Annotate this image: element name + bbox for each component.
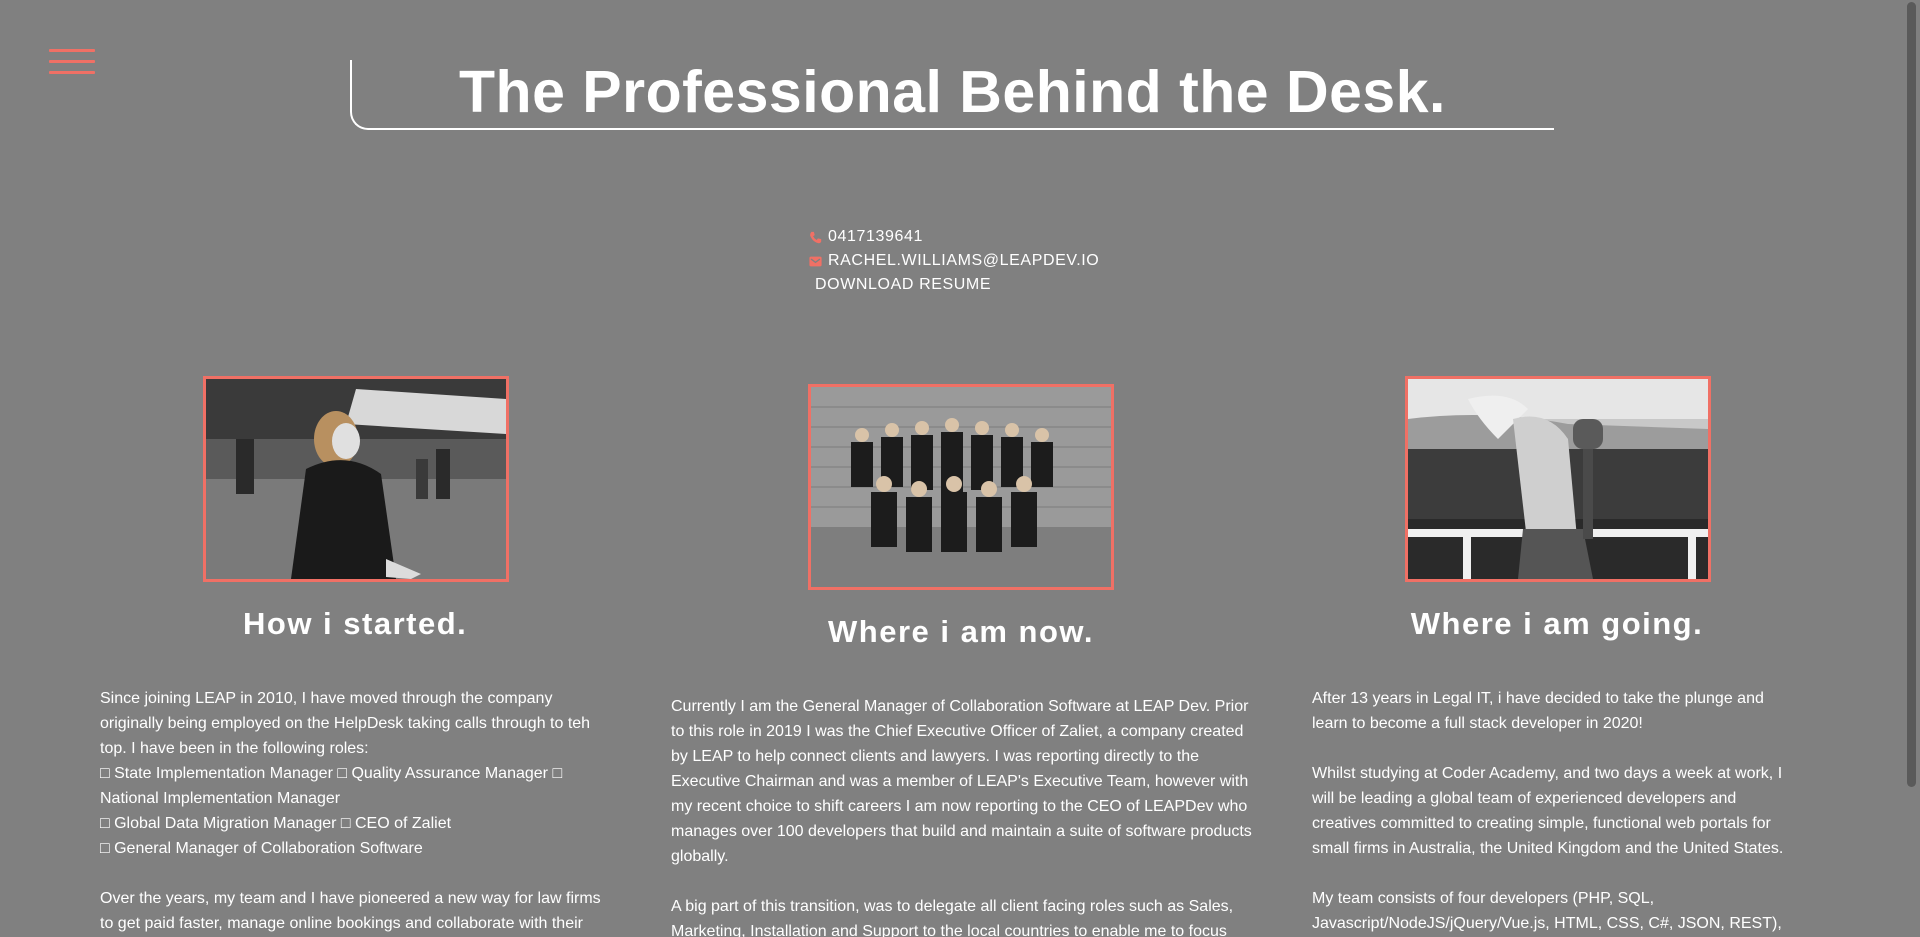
phone-icon: [810, 231, 822, 243]
paragraph: Over the years, my team and I have pione…: [100, 890, 601, 932]
paragraph: My team consists of four developers (PHP…: [1312, 890, 1782, 932]
column-text-where-i-am-now: Currently I am the General Manager of Co…: [671, 694, 1256, 937]
page: The Professional Behind the Desk. 041713…: [0, 0, 1920, 937]
contact-block: 0417139641 RACHEL.WILLIAMS@LEAPDEV.IO DO…: [809, 225, 1099, 297]
download-row: DOWNLOAD RESUME: [809, 273, 1099, 297]
role-line: □ General Manager of Collaboration Softw…: [100, 840, 423, 857]
envelope-icon: [809, 256, 822, 266]
role-line: □ Global Data Migration Manager □ CEO of…: [100, 815, 452, 832]
heading-how-i-started: How i started.: [243, 606, 468, 641]
photo-how-i-started: [203, 376, 509, 582]
phone-row: 0417139641: [809, 225, 1099, 249]
photo-where-i-am-going: [1405, 376, 1711, 582]
vertical-scrollbar[interactable]: [1903, 0, 1920, 937]
heading-where-i-am-going: Where i am going.: [1410, 606, 1704, 641]
paragraph: Whilst studying at Coder Academy, and tw…: [1312, 765, 1784, 857]
column-text-how-i-started: Since joining LEAP in 2010, I have moved…: [100, 686, 610, 936]
email-row: RACHEL.WILLIAMS@LEAPDEV.IO: [809, 249, 1099, 273]
paragraph: Since joining LEAP in 2010, I have moved…: [100, 690, 591, 757]
email-address[interactable]: RACHEL.WILLIAMS@LEAPDEV.IO: [828, 252, 1099, 270]
hamburger-menu-icon[interactable]: [49, 49, 95, 75]
paragraph: Currently I am the General Manager of Co…: [671, 698, 1252, 865]
download-resume-link[interactable]: DOWNLOAD RESUME: [815, 276, 991, 294]
scrollbar-thumb[interactable]: [1907, 2, 1916, 787]
phone-number[interactable]: 0417139641: [828, 228, 923, 246]
heading-where-i-am-now: Where i am now.: [828, 614, 1094, 649]
paragraph: After 13 years in Legal IT, i have decid…: [1312, 690, 1764, 732]
paragraph: A big part of this transition, was to de…: [671, 898, 1234, 937]
role-line: □ State Implementation Manager □ Quality…: [100, 765, 563, 807]
page-title: The Professional Behind the Desk.: [459, 59, 1446, 125]
photo-where-i-am-now: [808, 384, 1114, 590]
column-text-where-i-am-going: After 13 years in Legal IT, i have decid…: [1312, 686, 1792, 937]
